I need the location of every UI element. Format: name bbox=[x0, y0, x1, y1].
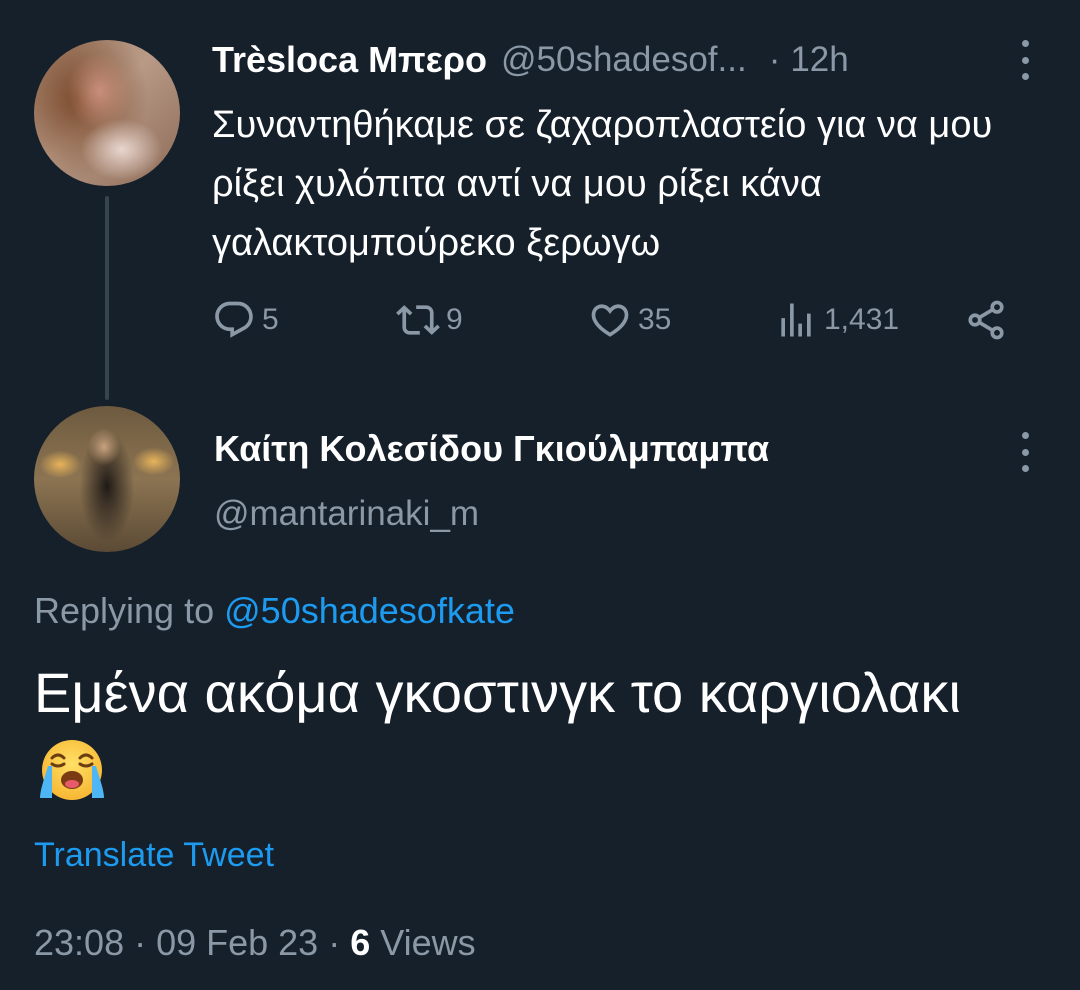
thread-connector-line bbox=[105, 196, 109, 400]
retweet-icon bbox=[396, 305, 440, 335]
avatar[interactable] bbox=[34, 406, 180, 552]
loudly-crying-face-icon bbox=[40, 740, 104, 800]
like-button[interactable]: 35 bbox=[588, 298, 671, 342]
tweet-metadata: 23:08 · 09 Feb 23 · 6 Views bbox=[34, 922, 476, 964]
tweet-timestamp[interactable]: 23:08 · 09 Feb 23 · bbox=[34, 922, 350, 963]
tweet-detail-view: Trèsloca Μπερο @50shadesof... · 12h Συνα… bbox=[0, 0, 1080, 990]
heart-icon bbox=[591, 304, 629, 337]
share-icon bbox=[968, 300, 1004, 340]
analytics-icon bbox=[781, 303, 811, 337]
reply-count: 5 bbox=[262, 303, 279, 336]
replying-to-line: Replying to @50shadesofkate bbox=[34, 590, 515, 632]
display-name[interactable]: Καίτη Κολεσίδου Γκιούλμπαμπα bbox=[214, 428, 769, 470]
like-count: 35 bbox=[638, 303, 672, 336]
translate-tweet-link[interactable]: Translate Tweet bbox=[34, 836, 274, 875]
more-options-icon[interactable] bbox=[1018, 40, 1032, 80]
display-name[interactable]: Trèsloca Μπερο bbox=[212, 39, 487, 81]
tweet-views-count: 6 bbox=[350, 922, 371, 963]
replying-to-mention[interactable]: @50shadesofkate bbox=[224, 590, 515, 631]
views-button[interactable]: 1,431 bbox=[774, 298, 899, 342]
reply-icon bbox=[215, 301, 253, 338]
reply-button[interactable]: 5 bbox=[212, 298, 279, 342]
tweet-body: Εμένα ακόμα γκοστινγκ το καργιολακι bbox=[34, 661, 961, 724]
reply-tweet-text: Εμένα ακόμα γκοστινγκ το καργιολακι bbox=[34, 650, 1034, 822]
retweet-count: 9 bbox=[446, 303, 463, 336]
separator-dot: · bbox=[768, 40, 781, 79]
replying-to-label: Replying to bbox=[34, 590, 215, 631]
views-count: 1,431 bbox=[824, 303, 900, 336]
tweet-views-label: Views bbox=[380, 922, 476, 963]
parent-tweet-text: Συναντηθήκαμε σε ζαχαροπλαστείο για να μ… bbox=[212, 104, 993, 264]
more-options-icon[interactable] bbox=[1018, 432, 1032, 472]
parent-tweet-header: Trèsloca Μπερο @50shadesof... · 12h bbox=[212, 38, 849, 82]
user-handle[interactable]: @50shadesof... bbox=[501, 40, 747, 80]
share-button[interactable] bbox=[964, 298, 1008, 342]
user-handle[interactable]: @mantarinaki_m bbox=[214, 494, 479, 534]
tweet-time[interactable]: 12h bbox=[790, 40, 848, 80]
retweet-button[interactable]: 9 bbox=[396, 298, 463, 342]
avatar[interactable] bbox=[34, 40, 180, 186]
